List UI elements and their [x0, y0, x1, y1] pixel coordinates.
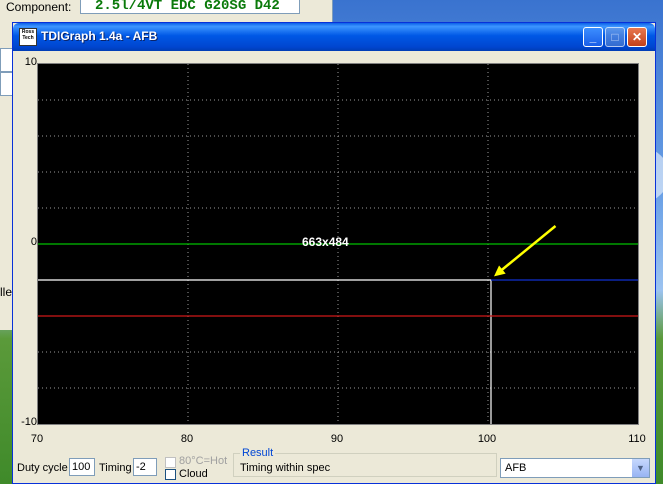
watermark-text: 663x484 [302, 235, 349, 249]
tdigraph-window: Ross Tech TDIGraph 1.4a - AFB _ □ ✕ 10 0… [12, 22, 656, 484]
x-tick-label: 100 [477, 433, 497, 445]
x-tick-label: 80 [180, 433, 194, 445]
minimize-button[interactable]: _ [583, 27, 603, 47]
background-partial-text: lle [0, 285, 13, 299]
hot-label: 80°C=Hot [179, 455, 228, 467]
duty-cycle-field[interactable]: 100 [69, 458, 95, 476]
annotation-arrow-shaft [499, 225, 557, 273]
result-legend: Result [240, 447, 276, 459]
dropdown-value: AFB [505, 462, 527, 474]
window-title: TDIGraph 1.4a - AFB [41, 29, 158, 43]
x-tick-label: 70 [30, 433, 44, 445]
series-line [38, 279, 492, 424]
timing-field[interactable]: -2 [133, 458, 157, 476]
close-button[interactable]: ✕ [627, 27, 647, 47]
hot-checkbox[interactable] [165, 457, 176, 468]
maximize-button[interactable]: □ [605, 27, 625, 47]
y-tick-label: 10 [24, 56, 37, 68]
graph-plot-area: 663x484 [37, 63, 639, 425]
y-tick-label: -10 [21, 416, 37, 428]
cloud-label: Cloud [179, 468, 208, 480]
x-tick-label: 90 [330, 433, 344, 445]
ross-tech-icon: Ross Tech [19, 28, 37, 46]
result-text: Timing within spec [240, 462, 331, 474]
y-tick-label: 0 [30, 236, 37, 248]
x-tick-label: 110 [628, 433, 646, 445]
result-group: Result Timing within spec [233, 447, 497, 477]
component-value: 2.5l/4VT EDC G20SG D42 [80, 0, 300, 14]
timing-label: Timing [99, 462, 132, 474]
status-bar: Duty cycle 100 Timing -2 80°C=Hot Cloud … [15, 447, 651, 481]
component-label: Component: [6, 0, 72, 14]
block-dropdown[interactable]: AFB ▼ [500, 458, 650, 478]
cloud-checkbox[interactable] [165, 469, 176, 480]
title-bar[interactable]: Ross Tech TDIGraph 1.4a - AFB _ □ ✕ [13, 23, 655, 51]
chevron-down-icon[interactable]: ▼ [632, 459, 649, 477]
duty-cycle-label: Duty cycle [17, 462, 68, 474]
